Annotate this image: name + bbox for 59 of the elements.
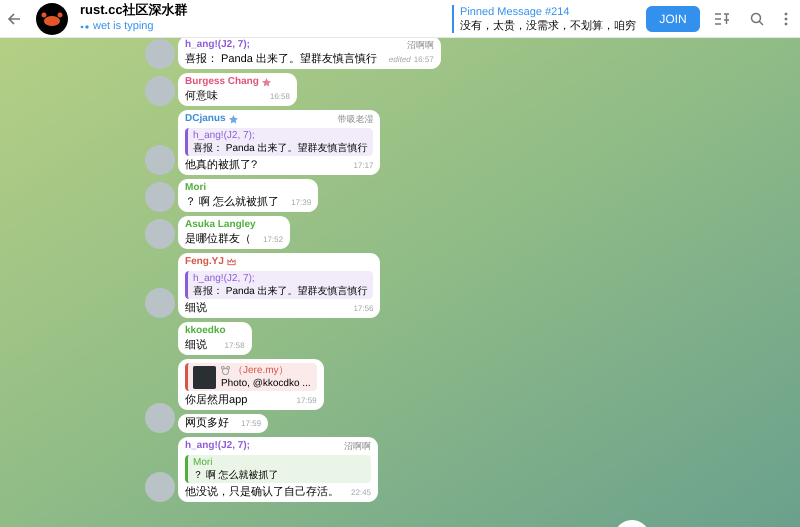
user-avatar[interactable] xyxy=(145,39,175,69)
user-avatar[interactable] xyxy=(145,182,175,212)
sender-name: h_ang!(J2, 7); xyxy=(185,38,250,52)
reply-text: ？ 啊 怎么就被抓了 xyxy=(193,469,279,482)
sender-name: Feng.YJ xyxy=(185,255,224,269)
sender-name: Burgess Chang xyxy=(185,75,259,89)
message-text: 喜报： Panda 出来了。望群友慎言慎行 xyxy=(185,52,377,67)
pinned-label: Pinned Message #214 xyxy=(460,4,570,18)
message-time: 17:59 xyxy=(296,395,317,407)
reply-text: 喜报： Panda 出来了。望群友慎言慎行 xyxy=(193,285,368,298)
reply-text: 喜报： Panda 出来了。望群友慎言慎行 xyxy=(193,142,368,155)
message-time: 22:45 xyxy=(351,487,372,499)
sender-name: DCjanus xyxy=(185,112,226,126)
message-text: 网页多好 xyxy=(185,416,229,431)
reply-sender: （Jere.my） xyxy=(233,364,289,377)
back-arrow-icon[interactable] xyxy=(6,10,22,26)
sender-name: kkoedko xyxy=(185,324,226,338)
reply-sender: Mori xyxy=(193,456,212,469)
admin-title: 沼啊啊 xyxy=(406,39,434,52)
message-text: 你居然用app xyxy=(185,393,248,408)
message-time: 17:52 xyxy=(263,234,284,246)
filter-icon[interactable] xyxy=(714,12,730,26)
crab-icon xyxy=(41,10,63,26)
user-avatar[interactable] xyxy=(145,145,175,175)
message-text: 是哪位群友（ xyxy=(185,232,251,247)
edited-label: edited xyxy=(388,54,411,66)
reply-sender: h_ang!(J2, 7); xyxy=(193,272,255,285)
typing-status: wet is typing xyxy=(93,19,154,34)
message-time: 17:58 xyxy=(224,340,245,352)
sender-name: h_ang!(J2, 7); xyxy=(185,439,250,453)
typing-dots-icon xyxy=(80,24,90,28)
message-time: 16:57 xyxy=(414,54,434,66)
message-text: 他没说，只是确认了自己存活。 xyxy=(185,485,339,500)
message-text: 细说 xyxy=(185,338,207,353)
message-time: 17:17 xyxy=(353,160,374,172)
group-avatar[interactable] xyxy=(36,2,68,34)
sender-name: Asuka Langley xyxy=(185,218,256,232)
message-text: 何意味 xyxy=(185,89,218,104)
more-icon[interactable] xyxy=(784,12,788,26)
chat-title: rust.cc社区深水群 xyxy=(80,2,188,18)
message-time: 17:59 xyxy=(241,418,262,430)
user-avatar[interactable] xyxy=(145,403,175,433)
user-avatar[interactable] xyxy=(145,288,175,318)
message-time: 16:58 xyxy=(270,91,290,103)
reply-text: Photo, @kkocdko ... xyxy=(221,377,311,390)
reply-sender: h_ang!(J2, 7); xyxy=(193,129,255,142)
message-time: 17:39 xyxy=(291,197,312,209)
user-avatar[interactable] xyxy=(145,219,175,249)
admin-title: 沼啊啊 xyxy=(344,440,372,453)
admin-title: 带吸老湿 xyxy=(337,113,374,126)
user-avatar[interactable] xyxy=(145,76,175,106)
message-text: 他真的被抓了? xyxy=(185,158,258,173)
message-text: ？ 啊 怎么就被抓了 xyxy=(185,195,280,210)
user-avatar[interactable] xyxy=(145,472,175,502)
bear-icon xyxy=(221,366,230,375)
sender-name: Mori xyxy=(185,181,206,195)
message-text: 细说 xyxy=(185,301,207,316)
search-icon[interactable] xyxy=(750,12,764,26)
message-time: 17:56 xyxy=(353,303,374,315)
